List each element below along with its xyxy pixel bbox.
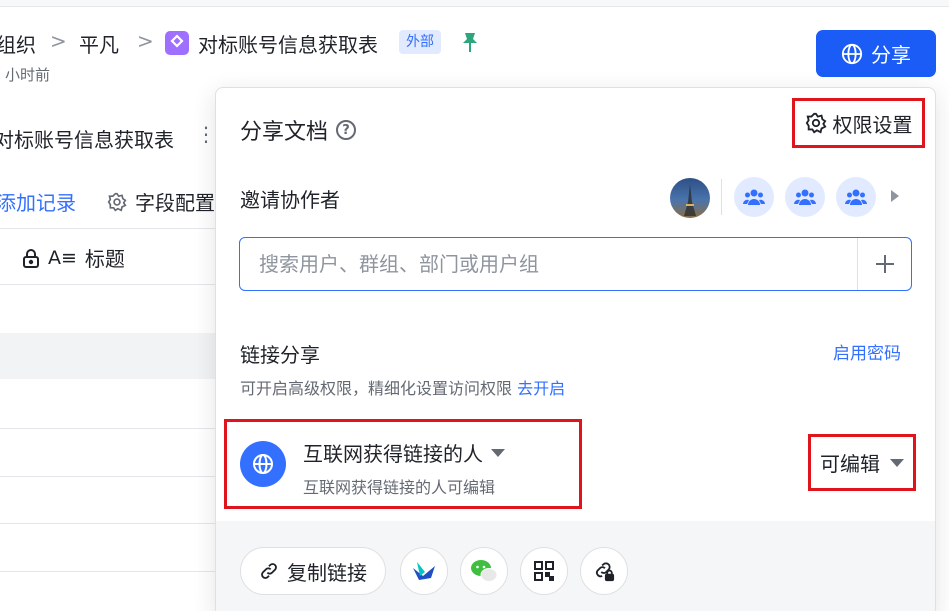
invite-search-box <box>239 237 912 291</box>
table-row <box>0 333 215 379</box>
share-panel: 分享文档 ? 权限设置 邀请协作者 搜索用户、群组、部门或用户组 链接分享 启用… <box>215 87 936 611</box>
plus-icon <box>874 253 896 275</box>
permission-settings-button[interactable]: 权限设置 <box>792 98 925 148</box>
table-row <box>0 428 215 429</box>
table-row <box>0 476 215 477</box>
link-icon <box>259 561 279 581</box>
gear-icon <box>805 112 827 134</box>
external-badge: 外部 <box>399 30 441 54</box>
link-scope-label: 互联网获得链接的人 <box>303 442 483 466</box>
share-button[interactable]: 分享 <box>816 30 936 77</box>
enable-advanced-link[interactable]: 去开启 <box>517 379 565 398</box>
group-icon <box>743 188 765 206</box>
add-record-button[interactable]: 添加记录 <box>0 187 76 216</box>
base-doc-icon <box>165 31 189 55</box>
lock-link-icon <box>593 560 615 582</box>
collaborator-group[interactable] <box>734 177 774 217</box>
breadcrumb-separator: > <box>50 29 67 53</box>
table-row <box>0 523 215 524</box>
collaborator-group[interactable] <box>836 177 876 217</box>
wechat-icon <box>470 559 498 583</box>
field-config-button[interactable]: 字段配置 <box>107 187 215 216</box>
share-button-label: 分享 <box>871 43 911 67</box>
column-header-title[interactable]: A≡ 标题 <box>22 243 125 272</box>
invite-search-input[interactable] <box>240 238 857 290</box>
divider <box>721 179 722 215</box>
link-scope-description: 互联网获得链接的人可编辑 <box>303 478 496 497</box>
breadcrumb-separator: > <box>137 29 154 53</box>
qrcode-button[interactable] <box>520 547 568 595</box>
advanced-permission-hint: 可开启高级权限，精细化设置访问权限 去开启 <box>240 375 565 399</box>
help-icon[interactable]: ? <box>336 120 357 140</box>
breadcrumb-item-pingfan[interactable]: 平凡 <box>79 29 119 58</box>
column-title-label: 标题 <box>84 247 125 271</box>
group-icon <box>794 188 816 206</box>
divider <box>0 228 215 229</box>
share-panel-header: 分享文档 ? <box>240 114 357 146</box>
share-to-feishu-button[interactable] <box>400 547 448 595</box>
add-collaborator-button[interactable] <box>857 238 911 290</box>
table-title[interactable]: 对标账号信息获取表 <box>0 124 174 153</box>
permission-level-label: 可编辑 <box>820 452 880 476</box>
top-strip <box>0 0 949 7</box>
group-icon <box>845 188 867 206</box>
updated-time: 小时前 <box>5 66 51 84</box>
copy-link-button[interactable]: 复制链接 <box>240 547 386 595</box>
avatar[interactable] <box>670 178 710 218</box>
table-row <box>0 284 215 285</box>
invite-collaborators-label: 邀请协作者 <box>240 188 340 212</box>
table-row <box>0 571 215 572</box>
qrcode-icon <box>534 561 554 581</box>
advanced-permission-desc: 可开启高级权限，精细化设置访问权限 <box>240 379 513 398</box>
doc-title[interactable]: 对标账号信息获取表 <box>198 29 378 58</box>
globe-icon <box>841 43 863 65</box>
globe-icon <box>240 441 286 487</box>
pin-icon[interactable] <box>460 31 480 53</box>
link-share-label: 链接分享 <box>240 343 320 367</box>
chevron-right-icon[interactable] <box>890 189 900 203</box>
field-config-label: 字段配置 <box>135 191 215 215</box>
link-scope-dropdown[interactable]: 互联网获得链接的人 <box>303 438 505 467</box>
gear-icon <box>107 192 127 212</box>
share-to-wechat-button[interactable] <box>460 547 508 595</box>
caret-down-icon <box>491 448 505 457</box>
more-icon[interactable]: ⋮ <box>196 122 216 146</box>
lock-icon <box>22 248 40 268</box>
breadcrumb-item-org[interactable]: 组织 <box>0 29 36 58</box>
copy-link-label: 复制链接 <box>287 560 367 585</box>
feishu-icon <box>411 560 437 582</box>
permission-level-dropdown[interactable]: 可编辑 <box>808 434 916 491</box>
share-panel-title: 分享文档 <box>240 120 329 145</box>
permission-settings-label: 权限设置 <box>832 112 913 137</box>
text-field-icon: A≡ <box>48 246 77 269</box>
enable-password-link[interactable]: 启用密码 <box>833 339 901 364</box>
link-security-button[interactable] <box>580 547 628 595</box>
caret-down-icon <box>890 458 904 467</box>
collaborator-group[interactable] <box>785 177 825 217</box>
